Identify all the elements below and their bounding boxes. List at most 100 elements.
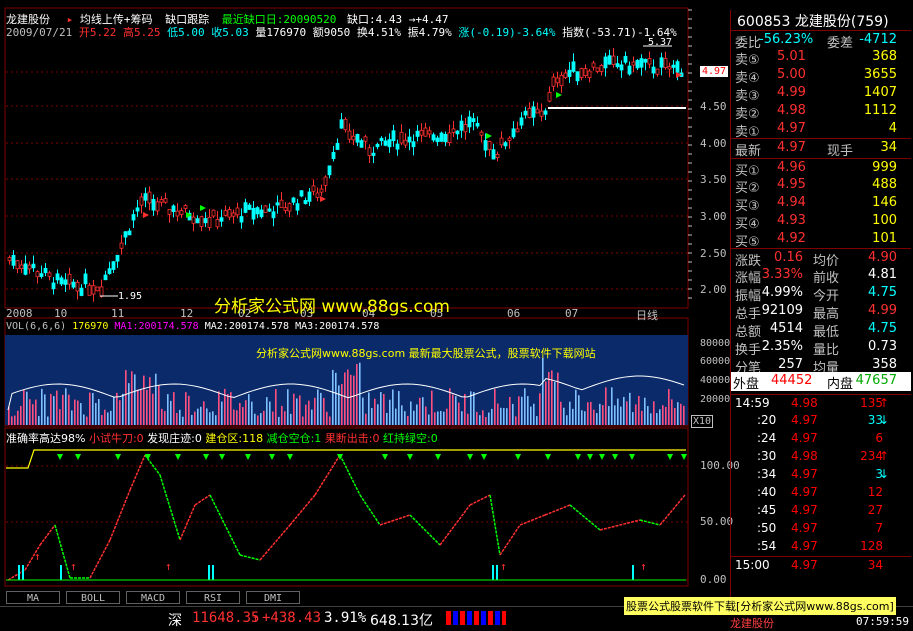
buy-level-row[interactable]: 买③ 4.94 146	[731, 194, 911, 214]
tab-boll[interactable]: BOLL	[66, 591, 120, 604]
wei-cha-value: -4712	[859, 32, 897, 47]
status-market: 深	[168, 613, 182, 629]
volume-bar	[53, 396, 55, 425]
tab-ma[interactable]: MA	[6, 591, 60, 604]
green-arrow-icon	[219, 454, 225, 460]
oscillator-segment	[569, 504, 601, 531]
candle-body	[475, 122, 480, 127]
candle-body	[51, 282, 56, 290]
volume-bar	[605, 387, 607, 425]
green-arrow-icon	[203, 454, 209, 460]
candle-body	[283, 207, 288, 211]
volume-bar	[620, 406, 622, 425]
candle-body	[483, 140, 488, 151]
volume-bar	[362, 397, 364, 425]
candle-body	[575, 71, 580, 82]
candle-body	[531, 106, 536, 118]
oscillator-segment	[89, 539, 111, 579]
volume-bar	[35, 399, 37, 425]
volume-bar	[338, 385, 340, 425]
volume-bar	[86, 416, 88, 425]
volume-bar	[206, 408, 208, 425]
green-arrow-icon	[245, 454, 251, 460]
high-label: 5.37	[648, 37, 673, 48]
volume-bar	[641, 410, 643, 425]
volume-bar	[551, 370, 553, 425]
ind-d: 减仓空仓:1	[266, 432, 322, 445]
green-arrow-icon	[287, 454, 293, 460]
bar-amplitude: 振4.79%	[407, 26, 452, 39]
volume-bar	[575, 389, 577, 425]
tick-time: :24	[757, 431, 777, 445]
volume-bar	[572, 408, 574, 425]
oscillator-segment	[314, 454, 341, 496]
tab-rsi[interactable]: RSI	[186, 591, 240, 604]
sell-level-row[interactable]: 卖③ 4.99 1407	[731, 84, 911, 104]
volume-bar	[98, 399, 100, 425]
bar-high: 高5.25	[122, 26, 161, 39]
candle-body	[323, 176, 328, 186]
candle-body	[527, 107, 532, 118]
volume-bar	[623, 396, 625, 425]
bottom-signal-bar	[212, 565, 214, 580]
green-arrow-icon	[175, 454, 181, 460]
green-arrow-icon	[115, 454, 121, 460]
stat-value: 257	[778, 357, 803, 372]
bar-change: 涨(-0.19)-3.64%	[458, 26, 556, 39]
candle-body	[147, 191, 152, 204]
green-arrow-icon	[667, 454, 673, 460]
bar-open: 开5.22	[78, 26, 117, 39]
candle-body	[111, 261, 116, 270]
volume-bar	[452, 394, 454, 425]
buy-level-row[interactable]: 买① 4.96 999	[731, 158, 911, 179]
time-tick-label: 12	[180, 307, 194, 320]
volume-bar	[254, 413, 256, 425]
buy-level-row[interactable]: 买⑤ 4.92 101	[731, 230, 911, 250]
volume-bar	[662, 405, 664, 425]
tick-volume: 12	[867, 485, 883, 499]
volume-bar	[635, 404, 637, 425]
candle-body	[631, 61, 636, 66]
ind-f: 红持绿空:0	[383, 432, 438, 445]
volume-bar	[293, 393, 295, 425]
sell-level-row[interactable]: 卖④ 5.00 3655	[731, 66, 911, 86]
candle-body	[211, 209, 216, 217]
volume-bar	[590, 401, 592, 425]
sell-level-volume: 4	[888, 121, 897, 136]
volume-bar	[644, 397, 646, 425]
volume-bar	[671, 399, 673, 425]
bar-turnover: 换4.51%	[356, 26, 401, 39]
volume-bar	[569, 401, 571, 425]
sell-level-row[interactable]: 卖② 4.98 1112	[731, 102, 911, 122]
candle-body	[419, 129, 424, 136]
oscillator-segment	[289, 494, 316, 526]
candle-body	[7, 257, 12, 262]
current-price-tag: 4.97	[700, 66, 729, 77]
header-line-2: 2009/07/21 开5.22 高5.25 低5.00 收5.03 量1769…	[6, 24, 677, 40]
volume-bar	[38, 416, 40, 425]
sell-level-volume: 1407	[863, 85, 897, 100]
sell-level-row[interactable]: 卖① 4.97 4	[731, 120, 911, 140]
volume-bar	[161, 408, 163, 425]
stat-row: 涨跌 0.16 均价 4.90	[731, 248, 911, 269]
vol-ma2: MA2:200174.578	[204, 321, 290, 332]
ad-banner[interactable]: 股票公式股票软件下载[分析家公式网www.88gs.com]	[624, 597, 896, 615]
volume-bar	[224, 388, 226, 425]
oscillator-segment	[499, 524, 521, 556]
green-arrow-icon	[612, 454, 618, 460]
oscillator-segment	[409, 514, 441, 546]
tab-macd[interactable]: MACD	[126, 591, 180, 604]
sell-level-row[interactable]: 卖⑤ 5.01 368	[731, 48, 911, 68]
stat-value: 4.75	[868, 285, 897, 300]
volume-bar	[281, 405, 283, 425]
buy-level-row[interactable]: 买② 4.95 488	[731, 176, 911, 196]
ind-c: 建仓区:118	[205, 432, 264, 445]
tab-dmi[interactable]: DMI	[246, 591, 300, 604]
volume-bar	[650, 413, 652, 425]
status-pct: 3.91%	[324, 610, 367, 626]
buy-level-price: 4.92	[777, 231, 806, 246]
signal-marker-icon	[200, 205, 206, 211]
buy-level-row[interactable]: 买④ 4.93 100	[731, 212, 911, 232]
candle-body	[315, 192, 320, 198]
outer-label: 外盘	[733, 377, 760, 392]
